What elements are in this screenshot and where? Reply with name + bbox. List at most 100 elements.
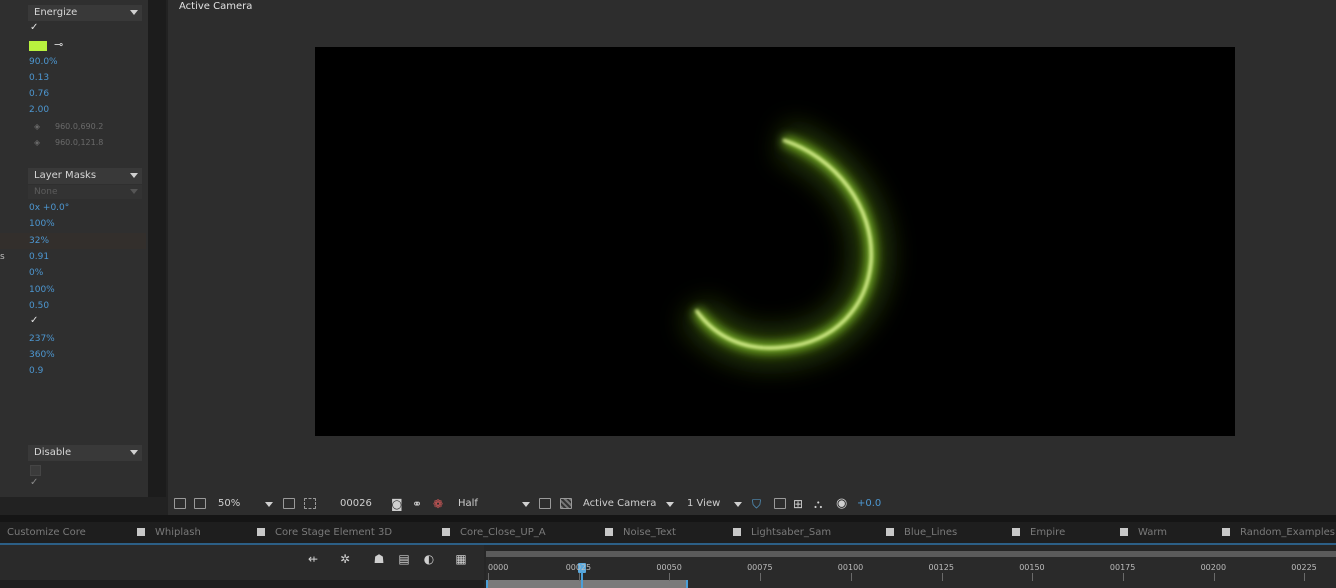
tab-empire[interactable]: Empire — [1012, 522, 1065, 544]
param-value[interactable]: 100% — [29, 282, 55, 298]
composition-viewer: Active Camera — [168, 0, 1336, 497]
param-row: 90.0% — [0, 54, 146, 70]
tab-label: Empire — [1030, 527, 1066, 538]
composition-canvas[interactable] — [315, 47, 1235, 436]
resolution-select[interactable]: Half — [458, 493, 478, 515]
param-value[interactable]: 0.13 — [29, 70, 49, 86]
param-row: ◈ 960.0,121.8 — [0, 135, 146, 151]
chevron-down-icon — [130, 173, 138, 178]
frame-blending-icon[interactable]: ▤ — [397, 553, 411, 565]
param-row: 0x +0.0° — [0, 200, 146, 216]
param-value[interactable]: 100% — [29, 216, 55, 232]
point-coordinate[interactable]: 960.0,690.2 — [55, 119, 103, 135]
zoom-level[interactable]: 50% — [218, 493, 240, 515]
param-value[interactable]: 0.91 — [29, 249, 49, 265]
tab-label: Customize Core — [7, 527, 86, 538]
effect-type-dropdown[interactable]: Energize — [28, 5, 142, 21]
ruler-tick — [1213, 573, 1215, 581]
pixel-aspect-icon[interactable]: ⛉ — [752, 493, 761, 515]
param-row: 0.50 — [0, 298, 146, 314]
param-row: 0% — [0, 265, 146, 281]
effect-type-label: Energize — [34, 7, 78, 18]
ruler-tick — [1304, 573, 1306, 581]
color-channels-icon[interactable]: ❁ — [433, 493, 443, 515]
motion-blur-icon[interactable]: ◐ — [422, 553, 436, 565]
tab-warm[interactable]: Warm — [1120, 522, 1167, 544]
tab-label: Blue_Lines — [904, 527, 958, 538]
tab-label: Lightsaber_Sam — [751, 527, 832, 538]
panel-divider[interactable] — [148, 0, 166, 497]
chevron-down-icon[interactable] — [522, 502, 530, 507]
shy-layers-icon[interactable]: ☗ — [372, 553, 386, 565]
tab-core-close-up-a[interactable]: Core_Close_UP_A — [442, 522, 546, 544]
param-value[interactable]: 90.0% — [29, 54, 58, 70]
tab-customize-core[interactable]: Customize Core — [7, 522, 86, 544]
safe-zones-icon[interactable] — [283, 498, 295, 509]
current-frame[interactable]: 00026 — [340, 493, 372, 515]
eyedropper-icon[interactable]: ⊸ — [54, 38, 63, 51]
region-of-interest-icon[interactable] — [539, 498, 551, 509]
chevron-down-icon[interactable] — [265, 502, 273, 507]
ruler-tick — [1032, 573, 1034, 581]
tab-label: Whiplash — [155, 527, 201, 538]
chevron-down-icon[interactable] — [734, 502, 742, 507]
checkbox-checked[interactable]: ✓ — [30, 477, 38, 488]
tab-label: Noise_Text — [623, 527, 676, 538]
ruler-tick — [850, 573, 852, 581]
layer-duration-bar[interactable] — [486, 580, 688, 588]
exposure-value[interactable]: +0.0 — [857, 493, 881, 515]
view-layout-select[interactable]: 1 View — [687, 493, 720, 515]
checkbox-unchecked[interactable] — [30, 465, 41, 476]
preview-icon[interactable] — [174, 498, 186, 509]
param-row: 0.13 — [0, 70, 146, 86]
param-value[interactable]: 0x +0.0° — [29, 200, 69, 216]
checkbox-checked[interactable]: ✓ — [30, 315, 38, 326]
work-area-bar[interactable] — [486, 551, 1336, 557]
disable-dropdown[interactable]: Disable — [28, 445, 142, 461]
reset-exposure-icon[interactable]: ◉ — [836, 493, 847, 515]
crosshair-icon[interactable]: ◈ — [34, 119, 40, 135]
param-row: s 0.91 — [0, 249, 146, 265]
mask-select[interactable]: None — [28, 185, 142, 199]
param-value[interactable]: 32% — [29, 233, 49, 249]
ruler-tick-label: 00050 — [656, 563, 682, 572]
color-swatch[interactable] — [29, 41, 47, 51]
show-snapshot-icon[interactable]: ⚭ — [412, 493, 422, 515]
layer-masks-label: Layer Masks — [34, 170, 97, 181]
param-value[interactable]: 0.9 — [29, 363, 43, 379]
tab-whiplash[interactable]: Whiplash — [137, 522, 201, 544]
layer-masks-dropdown[interactable]: Layer Masks — [28, 168, 142, 184]
tab-random-examples[interactable]: Random_Examples — [1222, 522, 1335, 544]
param-value[interactable]: 2.00 — [29, 102, 49, 118]
camera-select[interactable]: Active Camera — [583, 493, 656, 515]
graph-editor-icon[interactable]: ▦ — [454, 553, 468, 565]
tab-noise-text[interactable]: Noise_Text — [605, 522, 676, 544]
param-value[interactable]: 0.50 — [29, 298, 49, 314]
ruler-tick — [760, 573, 762, 581]
chevron-down-icon[interactable] — [666, 502, 674, 507]
ruler-tick-label: 00200 — [1200, 563, 1227, 572]
composition-tabs-bar: Customize Core Whiplash Core Stage Eleme… — [0, 522, 1336, 544]
ruler-tick — [941, 573, 943, 581]
ruler-tick — [578, 573, 580, 581]
param-value[interactable]: 0% — [29, 265, 43, 281]
param-value[interactable]: 237% — [29, 331, 55, 347]
point-coordinate[interactable]: 960.0,121.8 — [55, 135, 103, 151]
crosshair-icon[interactable]: ◈ — [34, 135, 40, 151]
draft-3d-icon[interactable]: ✲ — [338, 553, 352, 565]
comp-mini-flowchart-icon[interactable]: ⇷ — [306, 553, 320, 565]
param-value[interactable]: 0.76 — [29, 86, 49, 102]
monitor-icon[interactable] — [194, 498, 206, 509]
mask-toggle-icon[interactable] — [304, 498, 316, 509]
transparency-grid-icon[interactable] — [560, 498, 572, 509]
timeline-icon[interactable]: ⊞ — [793, 493, 803, 515]
camera-snapshot-icon[interactable]: ◙ — [391, 493, 403, 515]
flowchart-icon[interactable]: ⛬ — [814, 493, 822, 515]
tab-blue-lines[interactable]: Blue_Lines — [886, 522, 957, 544]
param-value[interactable]: 360% — [29, 347, 55, 363]
fast-previews-icon[interactable] — [774, 498, 786, 509]
tab-core-stage-element-3d[interactable]: Core Stage Element 3D — [257, 522, 392, 544]
tab-lightsaber-sam[interactable]: Lightsaber_Sam — [733, 522, 831, 544]
composition-icon — [886, 528, 894, 536]
checkbox-checked[interactable]: ✓ — [30, 22, 38, 33]
